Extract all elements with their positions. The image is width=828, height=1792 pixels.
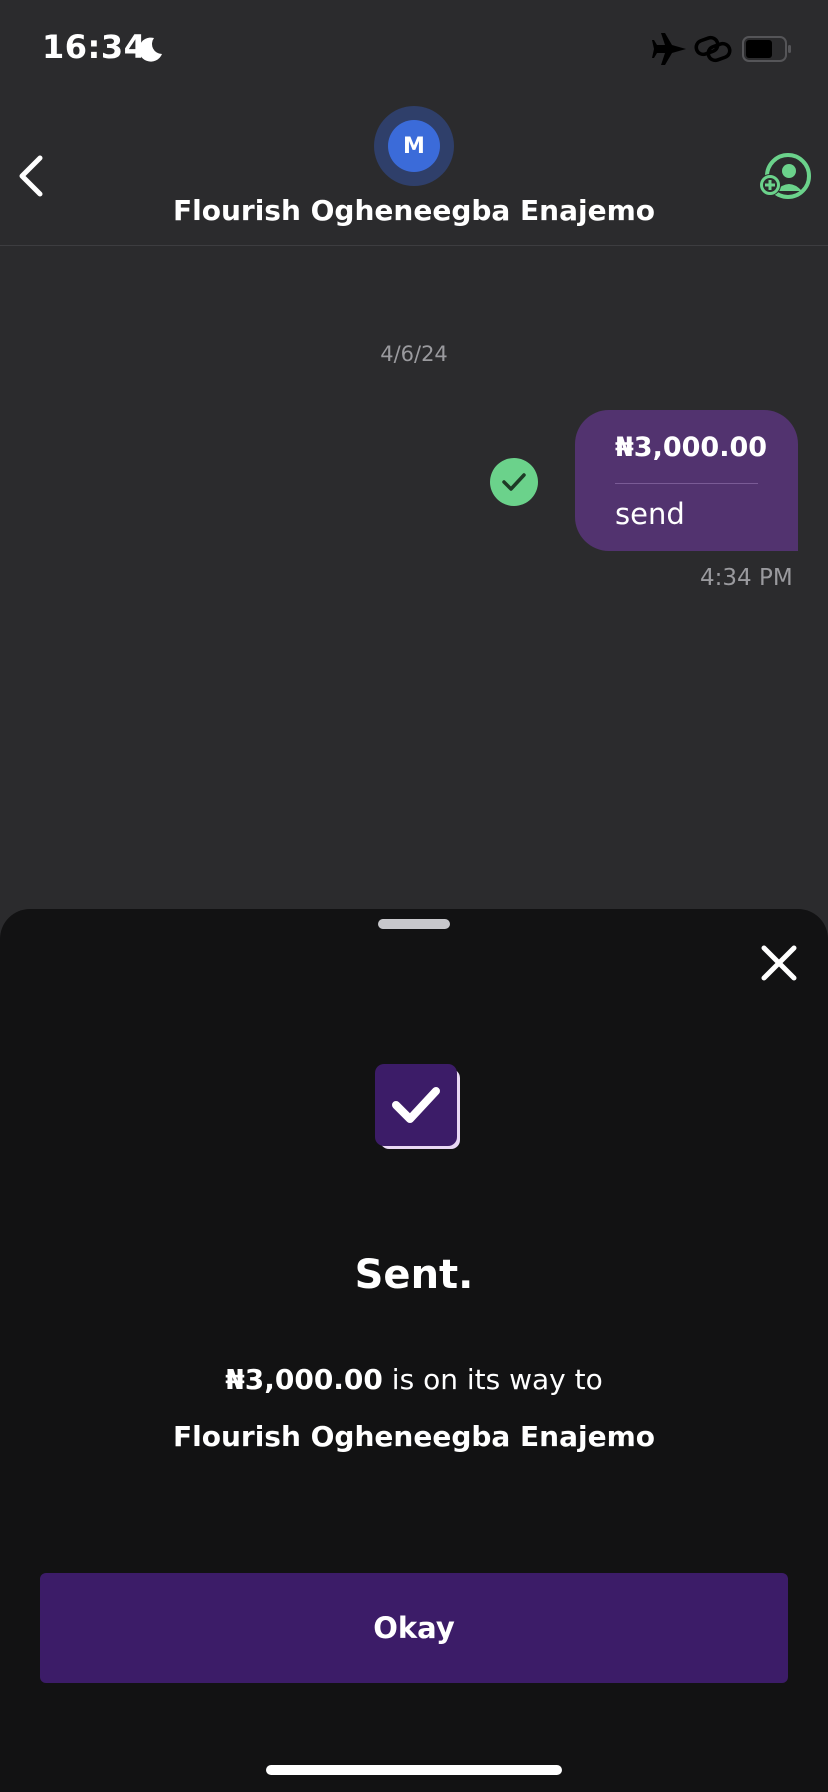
status-time: 16:34 — [42, 28, 147, 66]
sheet-drag-handle[interactable] — [378, 919, 450, 929]
home-indicator[interactable] — [266, 1765, 562, 1775]
sent-title: Sent. — [354, 1252, 474, 1298]
check-circle-icon — [490, 458, 538, 506]
sent-message: ₦3,000.00 is on its way to — [0, 1363, 828, 1396]
battery-icon — [742, 36, 791, 62]
close-icon[interactable] — [756, 940, 802, 986]
message-time: 4:34 PM — [700, 565, 793, 591]
link-icon — [694, 35, 732, 63]
airplane-icon — [652, 33, 686, 65]
moon-icon — [138, 37, 162, 62]
add-user-icon[interactable] — [756, 152, 812, 200]
okay-button[interactable]: Okay — [40, 1573, 788, 1683]
sent-amount: ₦3,000.00 — [225, 1363, 383, 1396]
sent-message-text: is on its way to — [382, 1363, 603, 1396]
back-icon[interactable] — [14, 152, 48, 200]
message-amount: ₦3,000.00 — [615, 432, 768, 463]
success-check-icon — [375, 1064, 460, 1149]
message-divider — [615, 483, 758, 484]
avatar[interactable]: M — [388, 120, 440, 172]
message-note: send — [615, 497, 685, 531]
date-separator: 4/6/24 — [380, 342, 448, 366]
sent-recipient: Flourish Ogheneegba Enajemo — [172, 1420, 655, 1453]
contact-name: Flourish Ogheneegba Enajemo — [172, 194, 655, 227]
